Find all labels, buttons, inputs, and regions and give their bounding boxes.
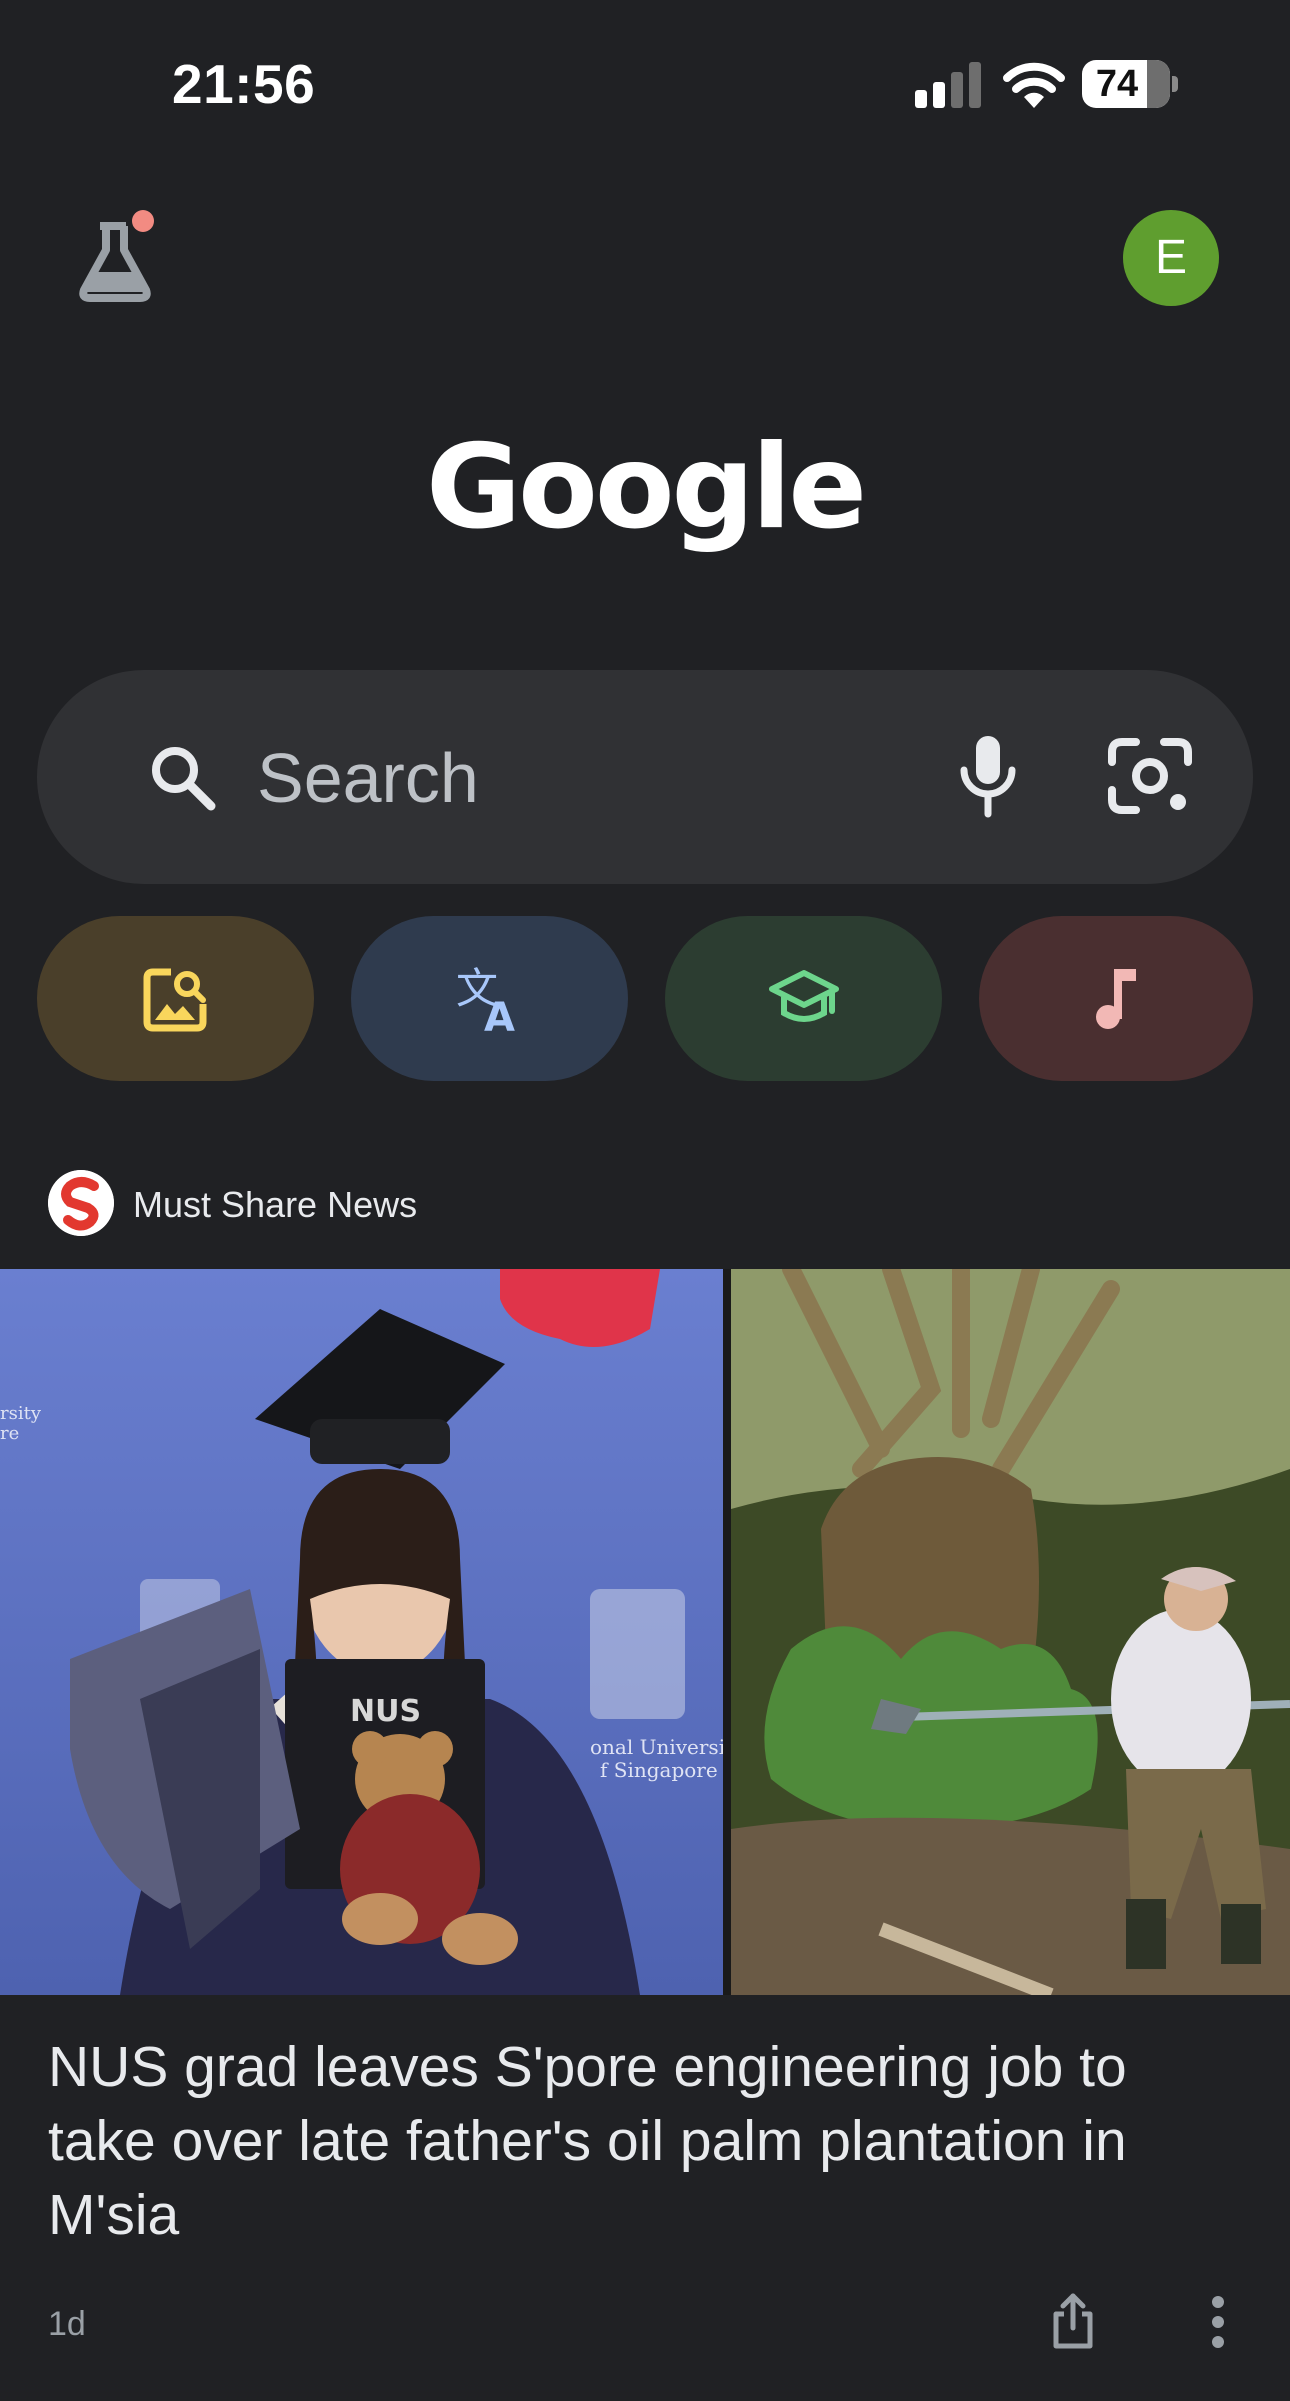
- search-icon: [152, 747, 216, 811]
- translate-icon: 文 A: [456, 964, 515, 1035]
- status-bar: 21:56 74: [0, 0, 1290, 170]
- lens-icon[interactable]: [1102, 728, 1198, 824]
- news-image[interactable]: onal University f Singapore rsity re NUS: [0, 1269, 1290, 1995]
- news-age: 1d: [48, 2305, 86, 2343]
- chip-music[interactable]: [979, 916, 1253, 1081]
- mic-icon[interactable]: [942, 730, 1034, 822]
- search-input[interactable]: Search: [257, 738, 479, 818]
- search-bar[interactable]: Search: [37, 670, 1253, 884]
- share-icon[interactable]: [1048, 2292, 1098, 2352]
- svg-text:f Singapore: f Singapore: [600, 1758, 718, 1782]
- svg-text:rsity: rsity: [0, 1403, 42, 1424]
- more-options-icon[interactable]: [1200, 2290, 1236, 2354]
- graduate-photo: onal University f Singapore rsity re NUS: [0, 1269, 723, 1995]
- battery-icon: 74: [1082, 60, 1178, 108]
- source-name: Must Share News: [133, 1184, 418, 1225]
- google-logo: Google: [425, 420, 867, 555]
- chip-image-search[interactable]: [37, 916, 314, 1081]
- chip-translate[interactable]: 文 A: [351, 916, 628, 1081]
- search-labs-button[interactable]: [74, 206, 164, 302]
- gown-badge-text: NUS: [350, 1694, 421, 1729]
- svg-text:A: A: [484, 995, 515, 1035]
- status-time: 21:56: [172, 53, 316, 115]
- news-headline[interactable]: NUS grad leaves S'pore engineering job t…: [48, 2030, 1248, 2252]
- graduation-cap-icon: [768, 969, 839, 1022]
- signal-icon: [915, 62, 983, 108]
- music-note-icon: [1096, 968, 1136, 1029]
- svg-text:re: re: [0, 1423, 19, 1444]
- plantation-photo: [731, 1269, 1290, 1995]
- backdrop-text: onal University: [590, 1735, 723, 1759]
- account-avatar[interactable]: E: [1123, 210, 1219, 306]
- source-logo: [48, 1170, 114, 1236]
- battery-level: 74: [1095, 63, 1139, 105]
- image-search-icon: [143, 968, 206, 1031]
- notification-dot: [132, 210, 154, 232]
- wifi-icon: [1003, 62, 1065, 108]
- chip-homework[interactable]: [665, 916, 942, 1081]
